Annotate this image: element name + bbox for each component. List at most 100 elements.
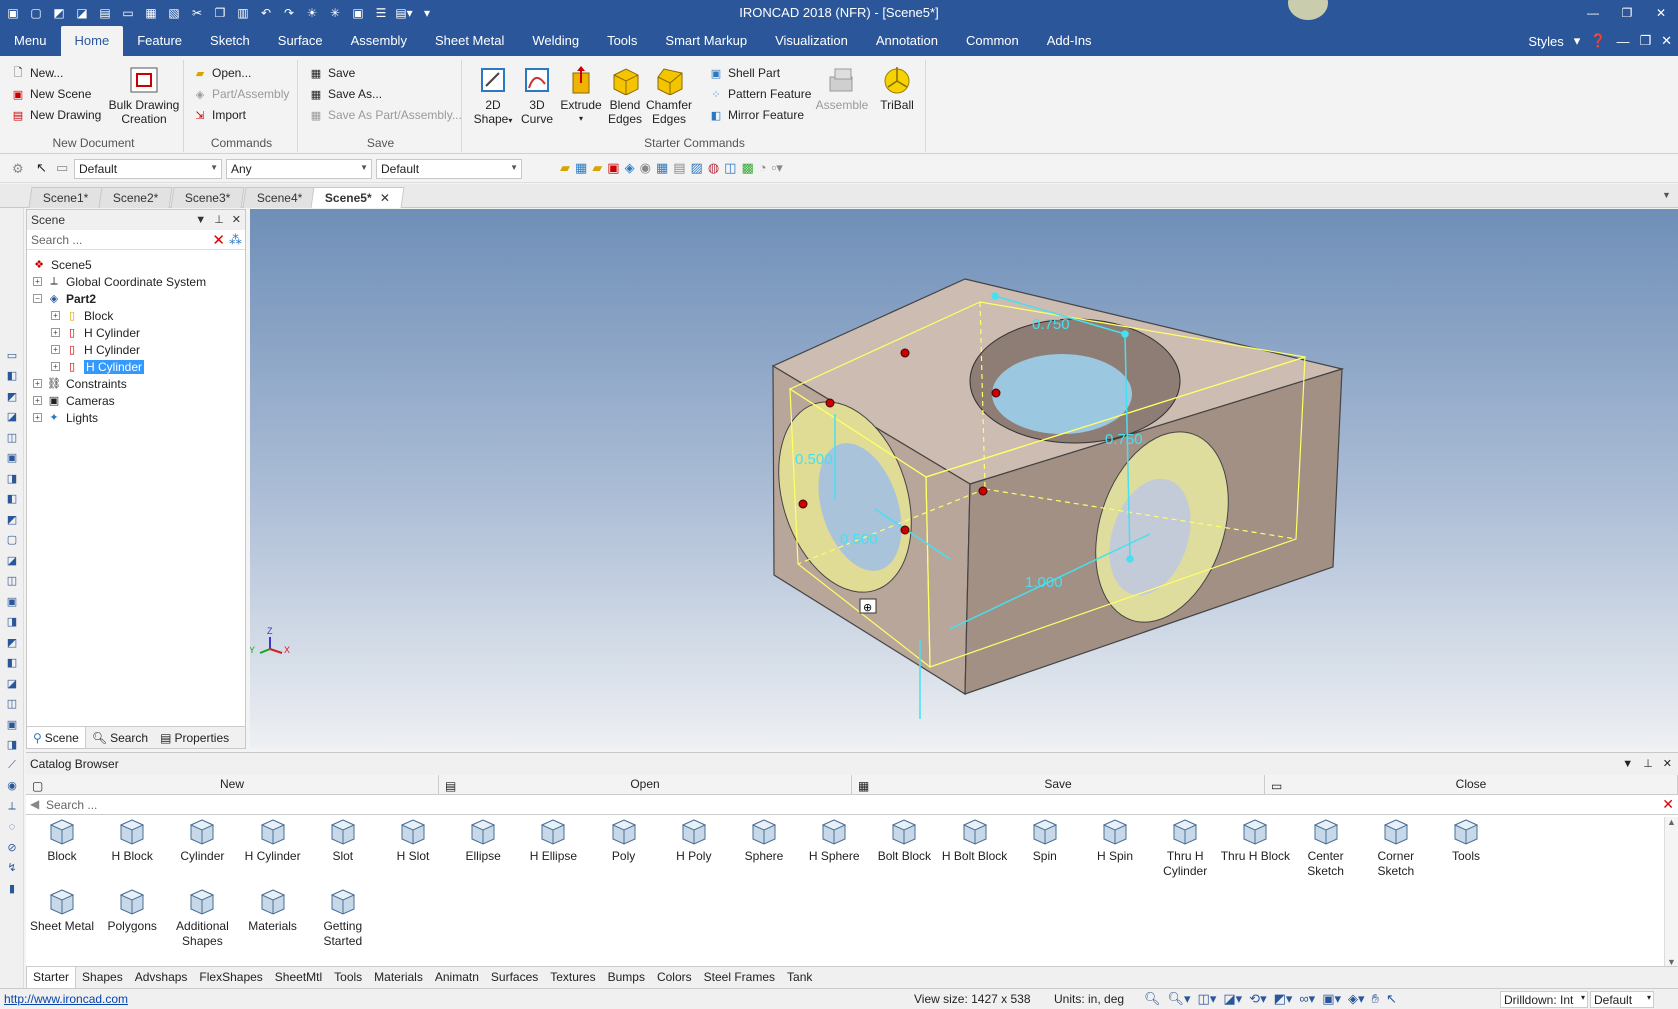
view-cube-icon[interactable]: ◫▾ [1198,991,1217,1007]
render-icon[interactable]: ◉ [640,160,651,176]
tab-scene[interactable]: ⚲ Scene [27,727,86,748]
doc-tab-4[interactable]: Scene4* [242,187,317,208]
part-assembly-button[interactable]: ◈ Part/Assembly [192,87,290,101]
catalog-item-h-poly[interactable]: H Poly [658,817,730,864]
expand-icon[interactable]: + [33,413,42,422]
catalog-item-additional-shapes[interactable]: Additional Shapes [166,887,238,949]
save-all-icon[interactable]: ▰ [592,160,602,176]
catalog-save-button[interactable]: ▦ Save [852,775,1265,794]
styles-menu[interactable]: Styles [1528,34,1563,49]
scroll-up-icon[interactable]: ▲ [1667,817,1676,827]
tab-feature[interactable]: Feature [123,26,196,56]
expand-icon[interactable]: + [51,328,60,337]
selection-filter-icon[interactable]: ⚙ [12,161,24,177]
table-icon[interactable]: ▤ [673,160,685,176]
tree-node-cameras[interactable]: + ▣ Cameras [33,392,115,409]
restore-icon[interactable]: ❐ [1610,0,1644,26]
tab-common[interactable]: Common [952,26,1033,56]
tree-node-cylinder-3[interactable]: + ▯ H Cylinder [51,358,145,375]
more-icon[interactable]: ▫▾ [772,160,783,176]
catalog-tab-sheetmtl[interactable]: SheetMtl [269,967,328,988]
left-tool-icon-17[interactable]: ◪ [4,676,20,690]
expand-icon[interactable]: + [51,362,60,371]
left-tool-icon-3[interactable]: ◩ [4,389,20,403]
tree-node-cylinder-2[interactable]: + ▯ H Cylinder [51,341,140,358]
left-tool-icon-13[interactable]: ▣ [4,594,20,608]
save-as-button[interactable]: ▦ Save As... [308,87,382,101]
dimension-bottom[interactable]: 1.000 [1025,574,1063,591]
catalog-tab-starter[interactable]: Starter [26,967,77,988]
assemble-button[interactable]: Assemble [814,64,870,112]
tab-properties[interactable]: ▤ Properties [154,727,235,748]
catalog-item-sphere[interactable]: Sphere [728,817,800,864]
left-tool-icon-24[interactable]: ◌ [4,820,20,834]
catalog-item-block[interactable]: Block [26,817,98,864]
catalog-open-button[interactable]: ▤ Open [439,775,852,794]
tree-node-constraints[interactable]: + ⛓ Constraints [33,375,127,392]
triball-button[interactable]: TriBall [874,64,920,112]
tree-node-lights[interactable]: + ✦ Lights [33,409,98,426]
catalog-item-slot[interactable]: Slot [307,817,379,864]
pointer-icon[interactable]: ↖ [36,160,47,176]
zoom-window-icon[interactable]: 🔍︎▾ [1168,991,1191,1007]
left-tool-icon-10[interactable]: ▢ [4,533,20,547]
doc-tab-1[interactable]: Scene1* [28,187,103,208]
left-tool-icon-4[interactable]: ◪ [4,410,20,424]
catalog-tab-advshaps[interactable]: Advshaps [129,967,194,988]
pin-icon[interactable]: ⊥ [214,210,224,230]
tab-sheet-metal[interactable]: Sheet Metal [421,26,518,56]
catalog-item-h-block[interactable]: H Block [96,817,168,864]
tab-tools[interactable]: Tools [593,26,651,56]
left-tool-icon-23[interactable]: ⟂ [4,799,20,813]
catalog-item-ellipse[interactable]: Ellipse [447,817,519,864]
extrude-button[interactable]: Extrude ▾ [558,64,604,126]
part-icon[interactable]: ◈ [625,160,635,176]
open-folder-icon[interactable]: ▰ [560,160,570,176]
link-icon[interactable]: ∞▾ [1299,991,1315,1007]
catalog-item-getting-started[interactable]: Getting Started [307,887,379,949]
panel-close-icon[interactable]: ✕ [1663,753,1672,775]
new-button[interactable]: 🗋 New... [10,66,64,80]
hand-icon[interactable]: ✋︎ [1372,991,1379,1007]
left-tool-icon-21[interactable]: ⟋ [4,758,20,772]
expand-icon[interactable]: + [33,379,42,388]
dimension-left[interactable]: 0.500 [795,451,833,468]
catalog-tab-bumps[interactable]: Bumps [602,967,651,988]
blend-edges-button[interactable]: Blend Edges [602,64,648,126]
catalog-item-thru-h-block[interactable]: Thru H Block [1219,817,1291,864]
close-tab-icon[interactable]: ✕ [380,188,390,208]
3d-viewport[interactable]: 0.750 0.750 0.500 0.500 1.000 ⊕ Z X Y [250,209,1678,749]
panel-close-icon[interactable]: ✕ [232,210,241,230]
tab-welding[interactable]: Welding [518,26,593,56]
select-icon[interactable]: ↖ [1386,991,1397,1007]
orbit-icon[interactable]: ⟲▾ [1249,991,1266,1007]
bulk-drawing-creation-button[interactable]: Bulk Drawing Creation [104,64,184,126]
left-tool-icon-1[interactable]: ▭ [4,348,20,362]
tabs-dropdown-icon[interactable]: ▼ [1662,190,1671,200]
color-icon[interactable]: ◍ [708,160,719,176]
catalog-item-poly[interactable]: Poly [588,817,660,864]
catalog-tab-textures[interactable]: Textures [544,967,601,988]
render-mode-icon[interactable]: ◩▾ [1274,991,1293,1007]
selection-combo-default-2[interactable]: Default ▼ [376,159,522,179]
scene-search-input[interactable]: Search ... [31,233,82,247]
tree-node-gcs[interactable]: + ⟂ Global Coordinate System [33,273,206,290]
expand-icon[interactable]: + [51,345,60,354]
back-icon[interactable]: ◀ [30,797,39,811]
display-icon[interactable]: ▣▾ [1322,991,1341,1007]
left-tool-icon-20[interactable]: ◨ [4,738,20,752]
tab-sketch[interactable]: Sketch [196,26,264,56]
tab-home[interactable]: Home [60,26,124,56]
left-tool-icon-18[interactable]: ◫ [4,697,20,711]
doc-tab-3[interactable]: Scene3* [170,187,245,208]
search-options-icon[interactable]: ⁂ [229,232,242,248]
catalog-item-h-spin[interactable]: H Spin [1079,817,1151,864]
catalog-item-cylinder[interactable]: Cylinder [166,817,238,864]
tree-node-cylinder-1[interactable]: + ▯ H Cylinder [51,324,140,341]
clear-search-icon[interactable]: ✕ [212,231,225,249]
catalog-item-h-ellipse[interactable]: H Ellipse [517,817,589,864]
export-icon[interactable]: ▣ [607,160,619,176]
select-window-icon[interactable]: ▭ [56,160,68,176]
catalog-item-spin[interactable]: Spin [1009,817,1081,864]
catalog-item-polygons[interactable]: Polygons [96,887,168,934]
